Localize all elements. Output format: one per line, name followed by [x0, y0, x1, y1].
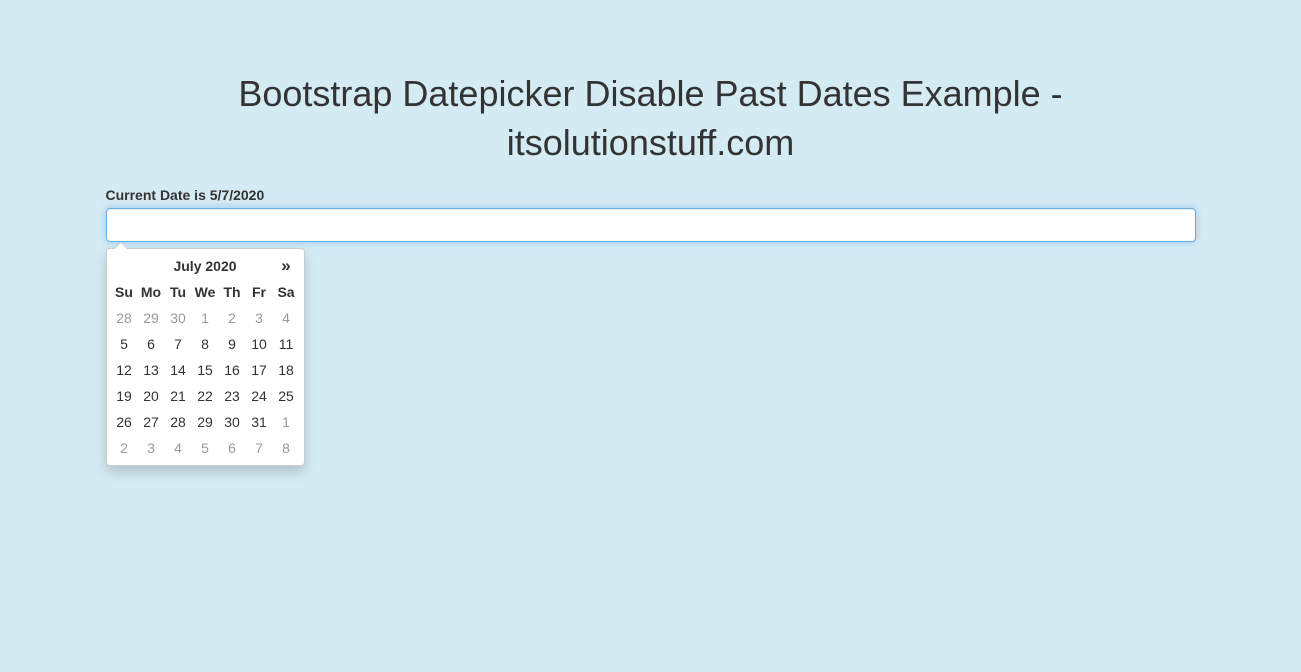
- datepicker-popup: « July 2020 » SuMoTuWeThFrSa 28293012345…: [106, 248, 305, 466]
- datepicker-day[interactable]: 28: [165, 409, 192, 435]
- current-date-label: Current Date is 5/7/2020: [106, 187, 1196, 203]
- datepicker-day: 1: [192, 305, 219, 331]
- datepicker-day: 29: [138, 305, 165, 331]
- datepicker-day: 2: [219, 305, 246, 331]
- datepicker-dow-row: SuMoTuWeThFrSa: [111, 279, 300, 305]
- datepicker-day: 1: [273, 409, 300, 435]
- datepicker-day: 3: [138, 435, 165, 461]
- datepicker-day[interactable]: 31: [246, 409, 273, 435]
- datepicker-day[interactable]: 21: [165, 383, 192, 409]
- datepicker-day[interactable]: 9: [219, 331, 246, 357]
- page-title: Bootstrap Datepicker Disable Past Dates …: [106, 70, 1196, 167]
- datepicker-dow: We: [192, 279, 219, 305]
- datepicker-day[interactable]: 17: [246, 357, 273, 383]
- datepicker-day[interactable]: 15: [192, 357, 219, 383]
- datepicker-day[interactable]: 6: [138, 331, 165, 357]
- datepicker-day: 3: [246, 305, 273, 331]
- datepicker-day[interactable]: 19: [111, 383, 138, 409]
- datepicker-day[interactable]: 5: [111, 331, 138, 357]
- datepicker-day[interactable]: 22: [192, 383, 219, 409]
- datepicker-dow: Th: [219, 279, 246, 305]
- date-input[interactable]: [106, 208, 1196, 242]
- datepicker-week-row: 2627282930311: [111, 409, 300, 435]
- datepicker-week-row: 19202122232425: [111, 383, 300, 409]
- datepicker-week-row: 12131415161718: [111, 357, 300, 383]
- datepicker-day[interactable]: 27: [138, 409, 165, 435]
- datepicker-day[interactable]: 20: [138, 383, 165, 409]
- datepicker-month-header[interactable]: July 2020: [138, 253, 273, 279]
- datepicker-day[interactable]: 16: [219, 357, 246, 383]
- datepicker-next-button[interactable]: »: [273, 253, 300, 279]
- datepicker-dow: Mo: [138, 279, 165, 305]
- datepicker-day: 7: [246, 435, 273, 461]
- datepicker-day[interactable]: 26: [111, 409, 138, 435]
- datepicker-day[interactable]: 7: [165, 331, 192, 357]
- datepicker-day[interactable]: 30: [219, 409, 246, 435]
- datepicker-dow: Tu: [165, 279, 192, 305]
- datepicker-day: 28: [111, 305, 138, 331]
- datepicker-day[interactable]: 23: [219, 383, 246, 409]
- datepicker-day: 2: [111, 435, 138, 461]
- datepicker-day[interactable]: 18: [273, 357, 300, 383]
- datepicker-day: 30: [165, 305, 192, 331]
- datepicker-week-row: 2345678: [111, 435, 300, 461]
- datepicker-day: 4: [273, 305, 300, 331]
- datepicker-day[interactable]: 12: [111, 357, 138, 383]
- datepicker-day[interactable]: 10: [246, 331, 273, 357]
- datepicker-day[interactable]: 14: [165, 357, 192, 383]
- datepicker-day: 5: [192, 435, 219, 461]
- datepicker-dow: Fr: [246, 279, 273, 305]
- datepicker-day[interactable]: 11: [273, 331, 300, 357]
- datepicker-day[interactable]: 24: [246, 383, 273, 409]
- datepicker-day: 6: [219, 435, 246, 461]
- datepicker-day[interactable]: 13: [138, 357, 165, 383]
- datepicker-week-row: 567891011: [111, 331, 300, 357]
- datepicker-dow: Sa: [273, 279, 300, 305]
- datepicker-dow: Su: [111, 279, 138, 305]
- datepicker-day: 8: [273, 435, 300, 461]
- datepicker-day[interactable]: 8: [192, 331, 219, 357]
- datepicker-day[interactable]: 29: [192, 409, 219, 435]
- datepicker-day: 4: [165, 435, 192, 461]
- datepicker-week-row: 2829301234: [111, 305, 300, 331]
- datepicker-day[interactable]: 25: [273, 383, 300, 409]
